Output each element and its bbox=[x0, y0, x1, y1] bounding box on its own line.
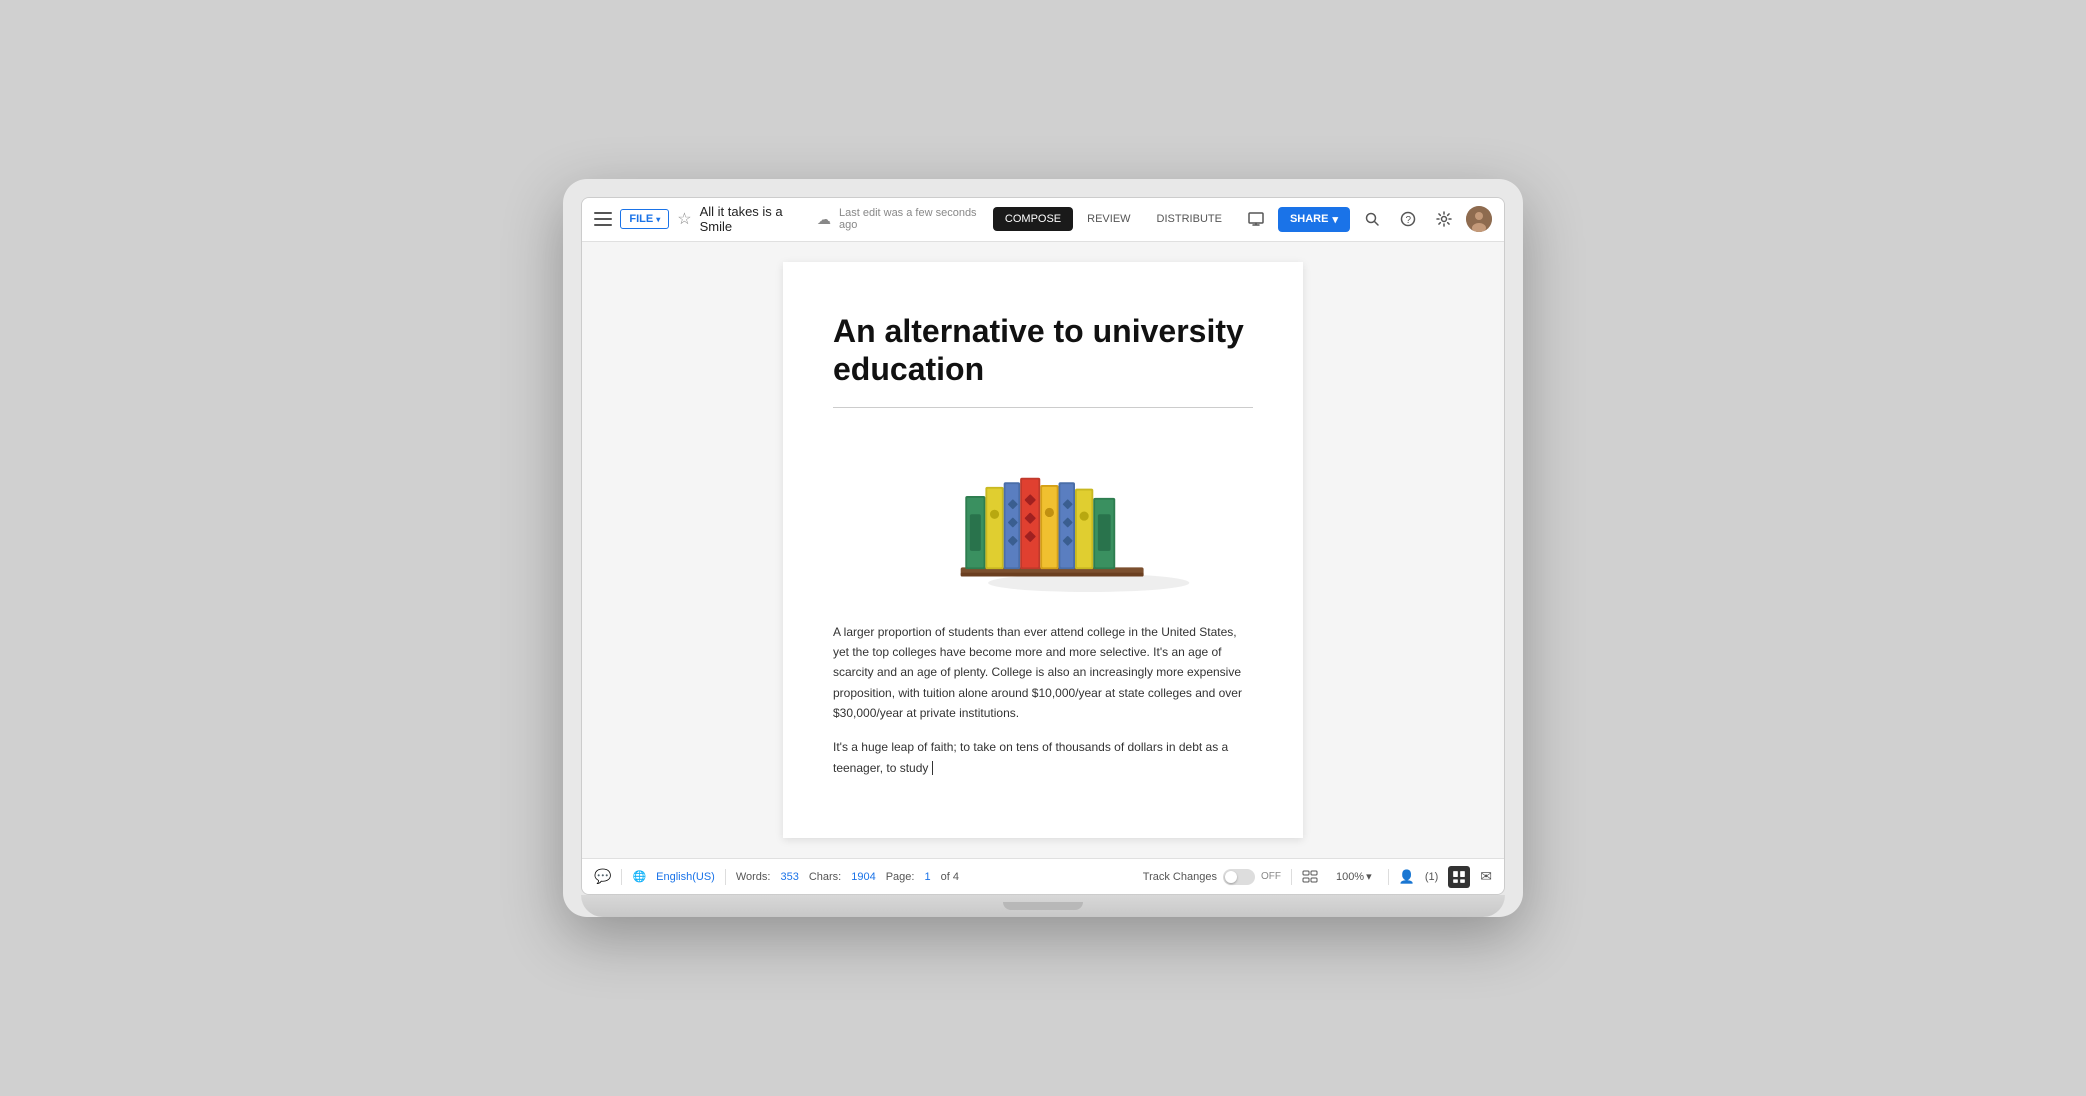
svg-text:?: ? bbox=[1406, 215, 1412, 226]
page-label: Page: bbox=[886, 871, 915, 883]
status-bar: 💬 🌐 English(US) Words: 353 Chars: 1904 P… bbox=[582, 858, 1504, 894]
language-label[interactable]: English(US) bbox=[656, 871, 715, 883]
status-bar-left: 💬 🌐 English(US) Words: 353 Chars: 1904 P… bbox=[594, 868, 1131, 885]
zoom-chevron-icon: ▾ bbox=[1366, 870, 1372, 883]
search-icon[interactable] bbox=[1358, 205, 1386, 233]
track-changes-label: Track Changes bbox=[1143, 871, 1217, 883]
page-of: of 4 bbox=[941, 871, 959, 883]
chars-label: Chars: bbox=[809, 871, 841, 883]
document-page: An alternative to university education bbox=[783, 262, 1303, 839]
file-menu-button[interactable]: FILE ▾ bbox=[620, 209, 669, 229]
language-icon: 🌐 bbox=[632, 870, 646, 883]
hamburger-menu-icon[interactable] bbox=[594, 212, 612, 226]
collab-icon: 👤 bbox=[1399, 869, 1415, 885]
body-paragraph-2: It's a huge leap of faith; to take on te… bbox=[833, 737, 1253, 778]
file-chevron-icon: ▾ bbox=[656, 215, 660, 224]
text-cursor bbox=[932, 761, 933, 775]
divider-1 bbox=[621, 869, 622, 885]
words-label: Words: bbox=[736, 871, 771, 883]
comment-icon[interactable]: 💬 bbox=[594, 868, 611, 885]
present-icon[interactable] bbox=[1242, 205, 1270, 233]
toolbar: FILE ▾ ☆ All it takes is a Smile ☁ Last … bbox=[582, 198, 1504, 242]
toggle-state-label: OFF bbox=[1261, 871, 1281, 882]
laptop-container: FILE ▾ ☆ All it takes is a Smile ☁ Last … bbox=[563, 179, 1523, 918]
cloud-save-icon: ☁ bbox=[817, 211, 831, 228]
sidebar-right bbox=[1344, 242, 1504, 859]
settings-icon[interactable] bbox=[1430, 205, 1458, 233]
main-area: An alternative to university education bbox=[582, 242, 1504, 859]
page-current[interactable]: 1 bbox=[924, 871, 930, 883]
laptop-notch bbox=[1003, 902, 1083, 910]
grid-view-icon[interactable] bbox=[1302, 870, 1320, 884]
chars-count[interactable]: 1904 bbox=[851, 871, 875, 883]
status-bar-right: Track Changes OFF 100% ▾ 👤 (1) bbox=[1143, 866, 1492, 888]
file-label: FILE bbox=[629, 213, 653, 225]
track-changes: Track Changes OFF bbox=[1143, 869, 1281, 885]
page-view-icon[interactable] bbox=[1448, 866, 1470, 888]
toolbar-left: FILE ▾ ☆ All it takes is a Smile ☁ Last … bbox=[594, 204, 985, 234]
words-count[interactable]: 353 bbox=[780, 871, 798, 883]
share-chevron: ▾ bbox=[1332, 213, 1338, 226]
zoom-level: 100% bbox=[1336, 871, 1364, 883]
laptop-base bbox=[581, 895, 1505, 917]
body-paragraph-1: A larger proportion of students than eve… bbox=[833, 622, 1253, 724]
books-image bbox=[833, 432, 1253, 592]
share-button[interactable]: SHARE ▾ bbox=[1278, 207, 1350, 232]
divider-3 bbox=[1291, 869, 1292, 885]
tab-distribute[interactable]: DISTRIBUTE bbox=[1145, 207, 1234, 231]
document-heading: An alternative to university education bbox=[833, 312, 1253, 389]
document-body: A larger proportion of students than eve… bbox=[833, 622, 1253, 779]
toolbar-right: SHARE ▾ ? bbox=[1242, 205, 1492, 233]
divider-4 bbox=[1388, 869, 1389, 885]
tab-compose[interactable]: COMPOSE bbox=[993, 207, 1073, 231]
share-label: SHARE bbox=[1290, 213, 1329, 225]
star-icon[interactable]: ☆ bbox=[677, 209, 691, 229]
mail-icon[interactable]: ✉ bbox=[1480, 868, 1492, 885]
sidebar-left bbox=[582, 242, 742, 859]
last-edit-status: Last edit was a few seconds ago bbox=[839, 207, 985, 231]
document-area: An alternative to university education bbox=[742, 242, 1344, 859]
document-title[interactable]: All it takes is a Smile bbox=[700, 204, 809, 234]
divider-2 bbox=[725, 869, 726, 885]
zoom-control[interactable]: 100% ▾ bbox=[1330, 868, 1378, 885]
toolbar-tabs: COMPOSE REVIEW DISTRIBUTE bbox=[993, 207, 1234, 231]
track-changes-toggle[interactable] bbox=[1223, 869, 1255, 885]
laptop-screen: FILE ▾ ☆ All it takes is a Smile ☁ Last … bbox=[581, 197, 1505, 896]
tab-review[interactable]: REVIEW bbox=[1075, 207, 1142, 231]
collab-count: (1) bbox=[1425, 871, 1438, 883]
help-icon[interactable]: ? bbox=[1394, 205, 1422, 233]
heading-divider bbox=[833, 407, 1253, 408]
avatar[interactable] bbox=[1466, 206, 1492, 232]
